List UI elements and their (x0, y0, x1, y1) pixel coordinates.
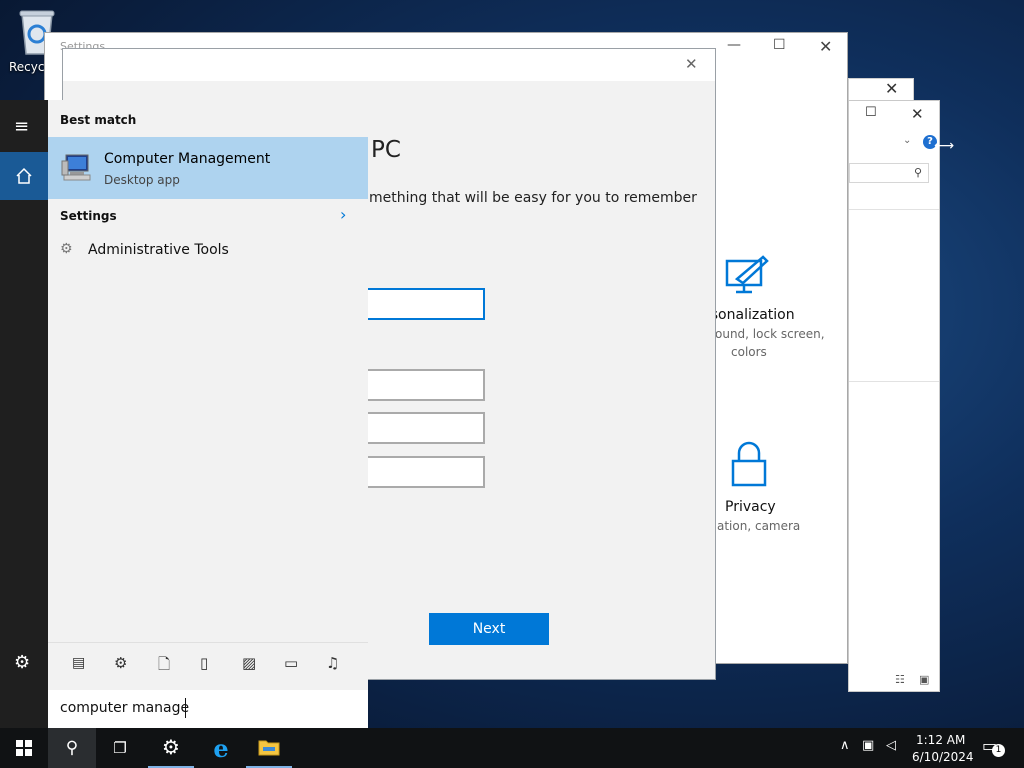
show-hidden-icons-icon[interactable]: ∧ (840, 738, 850, 753)
documents-filter-icon[interactable]: 🗋 (158, 654, 170, 679)
taskbar: ⚲ ❐ ⚙ e ∧ ▣ ◁ 1:12 AM 6/10/2024 ▭ 1 (0, 728, 1024, 768)
search-filter-bar: ▤ ⚙ 🗋 ▯ ▨ ▭ ♫ (48, 642, 368, 687)
settings-result-label: Administrative Tools (88, 242, 229, 258)
text-caret (185, 698, 186, 718)
maximize-icon[interactable]: ☐ (865, 105, 877, 120)
personalization-icon (725, 255, 769, 294)
close-icon[interactable]: ✕ (911, 105, 924, 123)
notification-count-badge: 1 (992, 744, 1005, 757)
close-icon[interactable]: ✕ (819, 37, 832, 56)
folder-icon (258, 740, 280, 756)
clock-time: 1:12 AM (916, 733, 966, 747)
dialog-heading: PC (371, 137, 401, 163)
file-explorer-taskbar-button[interactable] (246, 728, 292, 768)
computer-management-icon (61, 154, 91, 181)
search-icon: ⚲ (913, 166, 922, 179)
explorer-window: ☐ ✕ ⌄ ? ⚲ ☷ ▣ (848, 100, 940, 692)
network-icon[interactable]: ▣ (862, 738, 874, 753)
divider (849, 209, 939, 210)
best-match-result[interactable]: Computer Management Desktop app (48, 137, 368, 199)
settings-result-administrative-tools[interactable]: ⚙ Administrative Tools (48, 236, 368, 266)
settings-filter-icon[interactable]: ⚙ (114, 654, 127, 672)
internet-explorer-icon: e (213, 733, 229, 763)
tile-desc: colors (731, 345, 767, 359)
password-field[interactable] (353, 369, 485, 401)
gear-icon: ⚙ (162, 735, 180, 759)
task-view-icon: ❐ (113, 739, 127, 757)
maximize-icon[interactable]: ☐ (773, 37, 786, 53)
resize-cursor-icon: ⟷ (934, 138, 955, 154)
lock-icon (731, 441, 767, 487)
dialog-titlebar: ✕ (63, 49, 715, 81)
home-icon (16, 167, 32, 184)
search-button[interactable]: ⚲ (48, 728, 96, 768)
folders-filter-icon[interactable]: ▯ (200, 654, 208, 672)
tile-title: Privacy (725, 499, 776, 515)
windows-logo-icon (16, 740, 32, 756)
internet-explorer-taskbar-button[interactable]: e (198, 728, 244, 768)
next-button[interactable]: Next (429, 613, 549, 645)
hamburger-menu-icon[interactable]: ≡ (14, 116, 29, 137)
dialog-instruction: mething that will be easy for you to rem… (369, 190, 697, 206)
reenter-password-field[interactable] (353, 412, 485, 444)
best-match-header: Best match (60, 113, 137, 127)
apps-filter-icon[interactable]: ▤ (72, 655, 85, 671)
videos-filter-icon[interactable]: ▭ (284, 654, 298, 672)
close-icon[interactable]: ✕ (685, 55, 698, 73)
privacy-tile[interactable]: Privacy ation, camera (705, 439, 805, 539)
details-view-icon[interactable]: ☷ (895, 673, 905, 686)
start-search-panel: Best match Computer Management Desktop a… (48, 100, 368, 728)
search-box[interactable]: ⚲ (849, 163, 929, 183)
personalization-tile[interactable]: rsonalization ound, lock screen, colors (705, 249, 825, 359)
tile-desc: ation, camera (717, 519, 801, 533)
settings-header-label: Settings (60, 209, 117, 223)
settings-gear-icon[interactable]: ⚙ (14, 652, 30, 673)
background-window-titlebar: ✕ (848, 78, 914, 102)
tile-desc: ound, lock screen, (715, 327, 825, 341)
photos-filter-icon[interactable]: ▨ (242, 654, 256, 672)
search-input-text: computer manage (60, 700, 190, 716)
divider (849, 381, 939, 382)
password-hint-field[interactable] (353, 456, 485, 488)
best-match-title: Computer Management (104, 151, 271, 167)
recycle-bin-label: Recycl (9, 60, 48, 74)
settings-section-header[interactable]: Settings › (48, 204, 368, 228)
start-button[interactable] (0, 728, 48, 768)
large-icons-view-icon[interactable]: ▣ (919, 673, 929, 686)
minimize-icon[interactable]: — (727, 37, 741, 53)
task-view-button[interactable]: ❐ (96, 728, 144, 768)
music-filter-icon[interactable]: ♫ (326, 654, 339, 672)
tile-title: rsonalization (705, 307, 795, 323)
chevron-down-icon[interactable]: ⌄ (903, 135, 911, 146)
start-menu-rail: ≡ ⚙ (0, 100, 48, 728)
search-icon: ⚲ (65, 738, 79, 758)
clock[interactable]: 1:12 AM 6/10/2024 (904, 730, 974, 766)
clock-date: 6/10/2024 (912, 750, 974, 764)
search-input[interactable]: computer manage (48, 690, 368, 728)
home-button[interactable] (0, 152, 48, 200)
volume-icon[interactable]: ◁ (886, 738, 896, 753)
chevron-right-icon: › (340, 205, 347, 224)
administrative-tools-icon: ⚙ (60, 241, 73, 257)
settings-taskbar-button[interactable]: ⚙ (148, 728, 194, 768)
best-match-subtitle: Desktop app (104, 173, 180, 187)
action-center-button[interactable]: ▭ 1 (982, 736, 1006, 760)
user-name-field[interactable] (353, 288, 485, 320)
close-icon[interactable]: ✕ (885, 79, 898, 98)
